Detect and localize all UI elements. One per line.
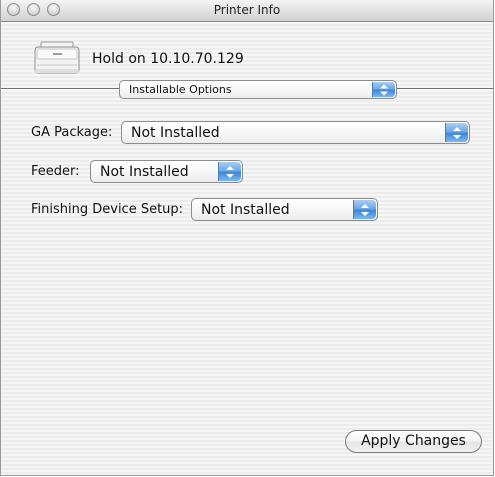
printer-info-window: Printer Info Hold on 10.10.70.129 Instal… <box>0 0 494 476</box>
section-popup-value: Installable Options <box>129 83 232 96</box>
popup-arrows-icon <box>372 82 395 97</box>
apply-changes-button[interactable]: Apply Changes <box>345 430 482 453</box>
ga-package-value: Not Installed <box>131 124 220 141</box>
popup-arrows-icon <box>445 123 468 142</box>
feeder-popup[interactable]: Not Installed <box>90 160 243 183</box>
ga-package-popup[interactable]: Not Installed <box>121 121 470 144</box>
ga-package-label: GA Package: <box>31 125 113 140</box>
finishing-device-value: Not Installed <box>201 201 290 218</box>
feeder-label: Feeder: <box>31 164 80 179</box>
printer-icon <box>34 41 80 74</box>
popup-arrows-icon <box>353 200 376 219</box>
finishing-device-label: Finishing Device Setup: <box>31 202 184 217</box>
printer-name: Hold on 10.10.70.129 <box>92 51 244 67</box>
title-bar[interactable]: Printer Info <box>1 0 493 22</box>
window-title: Printer Info <box>213 3 281 17</box>
finishing-device-popup[interactable]: Not Installed <box>191 198 378 221</box>
section-popup[interactable]: Installable Options <box>119 80 397 99</box>
feeder-value: Not Installed <box>100 163 189 180</box>
popup-arrows-icon <box>218 162 241 181</box>
